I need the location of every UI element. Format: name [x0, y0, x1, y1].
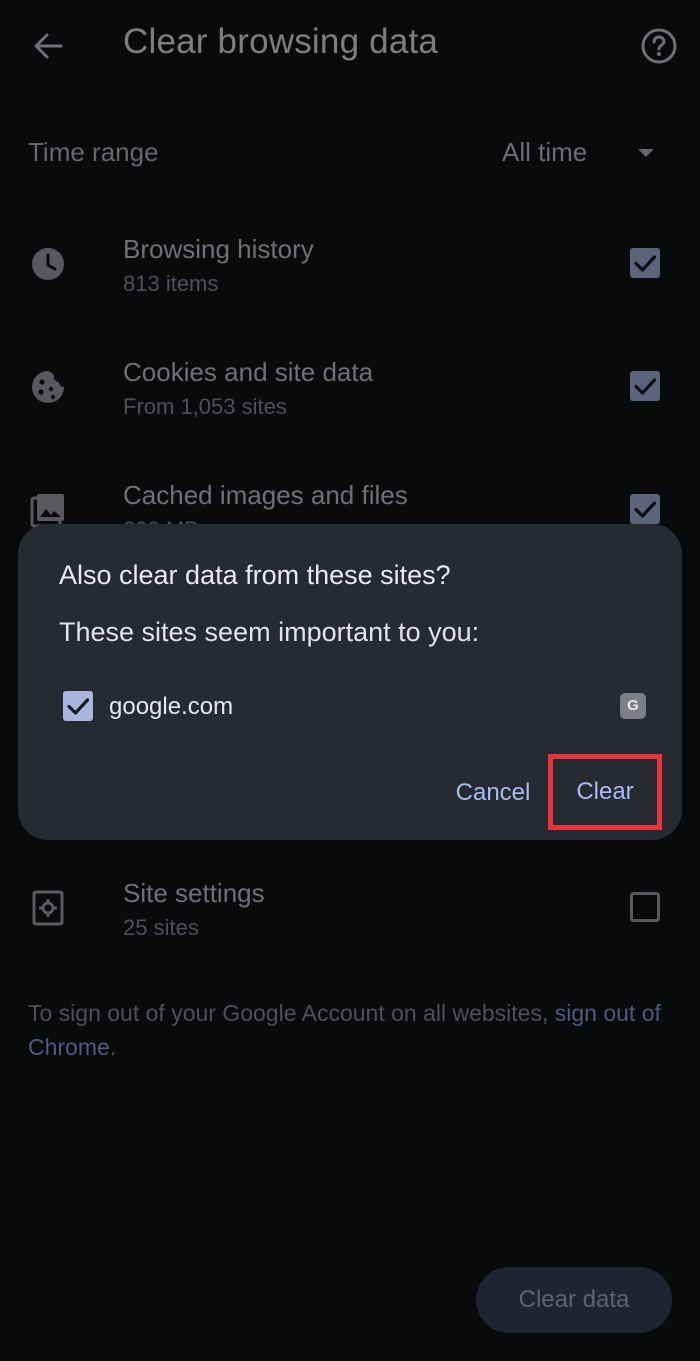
important-sites-dialog: Also clear data from these sites? These …: [18, 524, 682, 840]
site-name: google.com: [109, 693, 234, 720]
site-row-google[interactable]: google.com G: [48, 676, 658, 736]
clear-button-highlight: Clear: [548, 754, 662, 830]
dialog-title: Also clear data from these sites?: [59, 560, 451, 590]
dialog-message: These sites seem important to you:: [59, 617, 480, 647]
clear-button[interactable]: Clear: [553, 759, 657, 825]
checkbox-checked-icon[interactable]: [62, 690, 94, 722]
site-favicon-icon: G: [620, 693, 646, 719]
cancel-button[interactable]: Cancel: [430, 767, 556, 819]
